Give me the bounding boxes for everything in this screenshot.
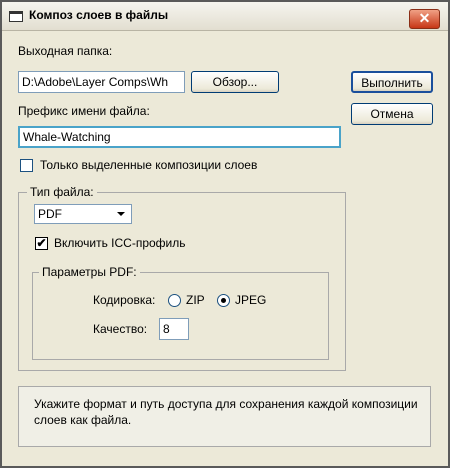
selected-only-checkbox[interactable]: [20, 159, 33, 172]
pdf-options-group: [32, 272, 329, 360]
help-text-box: Укажите формат и путь доступа для сохран…: [18, 386, 431, 447]
dialog-window: Композ слоев в файлы ✕ Выходная папка: D…: [0, 0, 450, 468]
output-folder-field[interactable]: D:\Adobe\Layer Comps\Wh: [18, 71, 185, 93]
icc-profile-checkbox[interactable]: ✔: [35, 237, 48, 250]
encoding-jpeg-radio[interactable]: [217, 294, 230, 307]
run-button[interactable]: Выполнить: [351, 71, 433, 93]
browse-button[interactable]: Обзор...: [191, 71, 279, 93]
window-title: Композ слоев в файлы: [29, 8, 169, 22]
chevron-down-icon: [117, 212, 125, 216]
file-type-dropdown[interactable]: PDF: [34, 204, 132, 224]
encoding-zip-label: ZIP: [186, 293, 205, 307]
pdf-options-legend: Параметры PDF:: [39, 265, 140, 279]
window-icon: [9, 11, 23, 22]
encoding-zip-radio[interactable]: [168, 294, 181, 307]
icc-profile-label: Включить ICC-профиль: [54, 236, 186, 250]
title-bar[interactable]: Композ слоев в файлы ✕: [2, 2, 448, 31]
output-folder-label: Выходная папка:: [18, 44, 113, 58]
encoding-label: Кодировка:: [93, 293, 156, 307]
prefix-label: Префикс имени файла:: [18, 104, 150, 118]
radio-selected-dot: [221, 298, 226, 303]
file-type-legend: Тип файла:: [27, 185, 97, 199]
file-type-selected: PDF: [38, 207, 62, 221]
selected-only-label: Только выделенные композиции слоев: [40, 158, 258, 172]
close-button[interactable]: ✕: [409, 9, 440, 29]
encoding-jpeg-label: JPEG: [235, 293, 267, 307]
cancel-button[interactable]: Отмена: [351, 103, 433, 125]
quality-label: Качество:: [93, 322, 148, 336]
quality-input[interactable]: 8: [159, 318, 189, 340]
prefix-input[interactable]: Whale-Watching: [18, 126, 341, 148]
